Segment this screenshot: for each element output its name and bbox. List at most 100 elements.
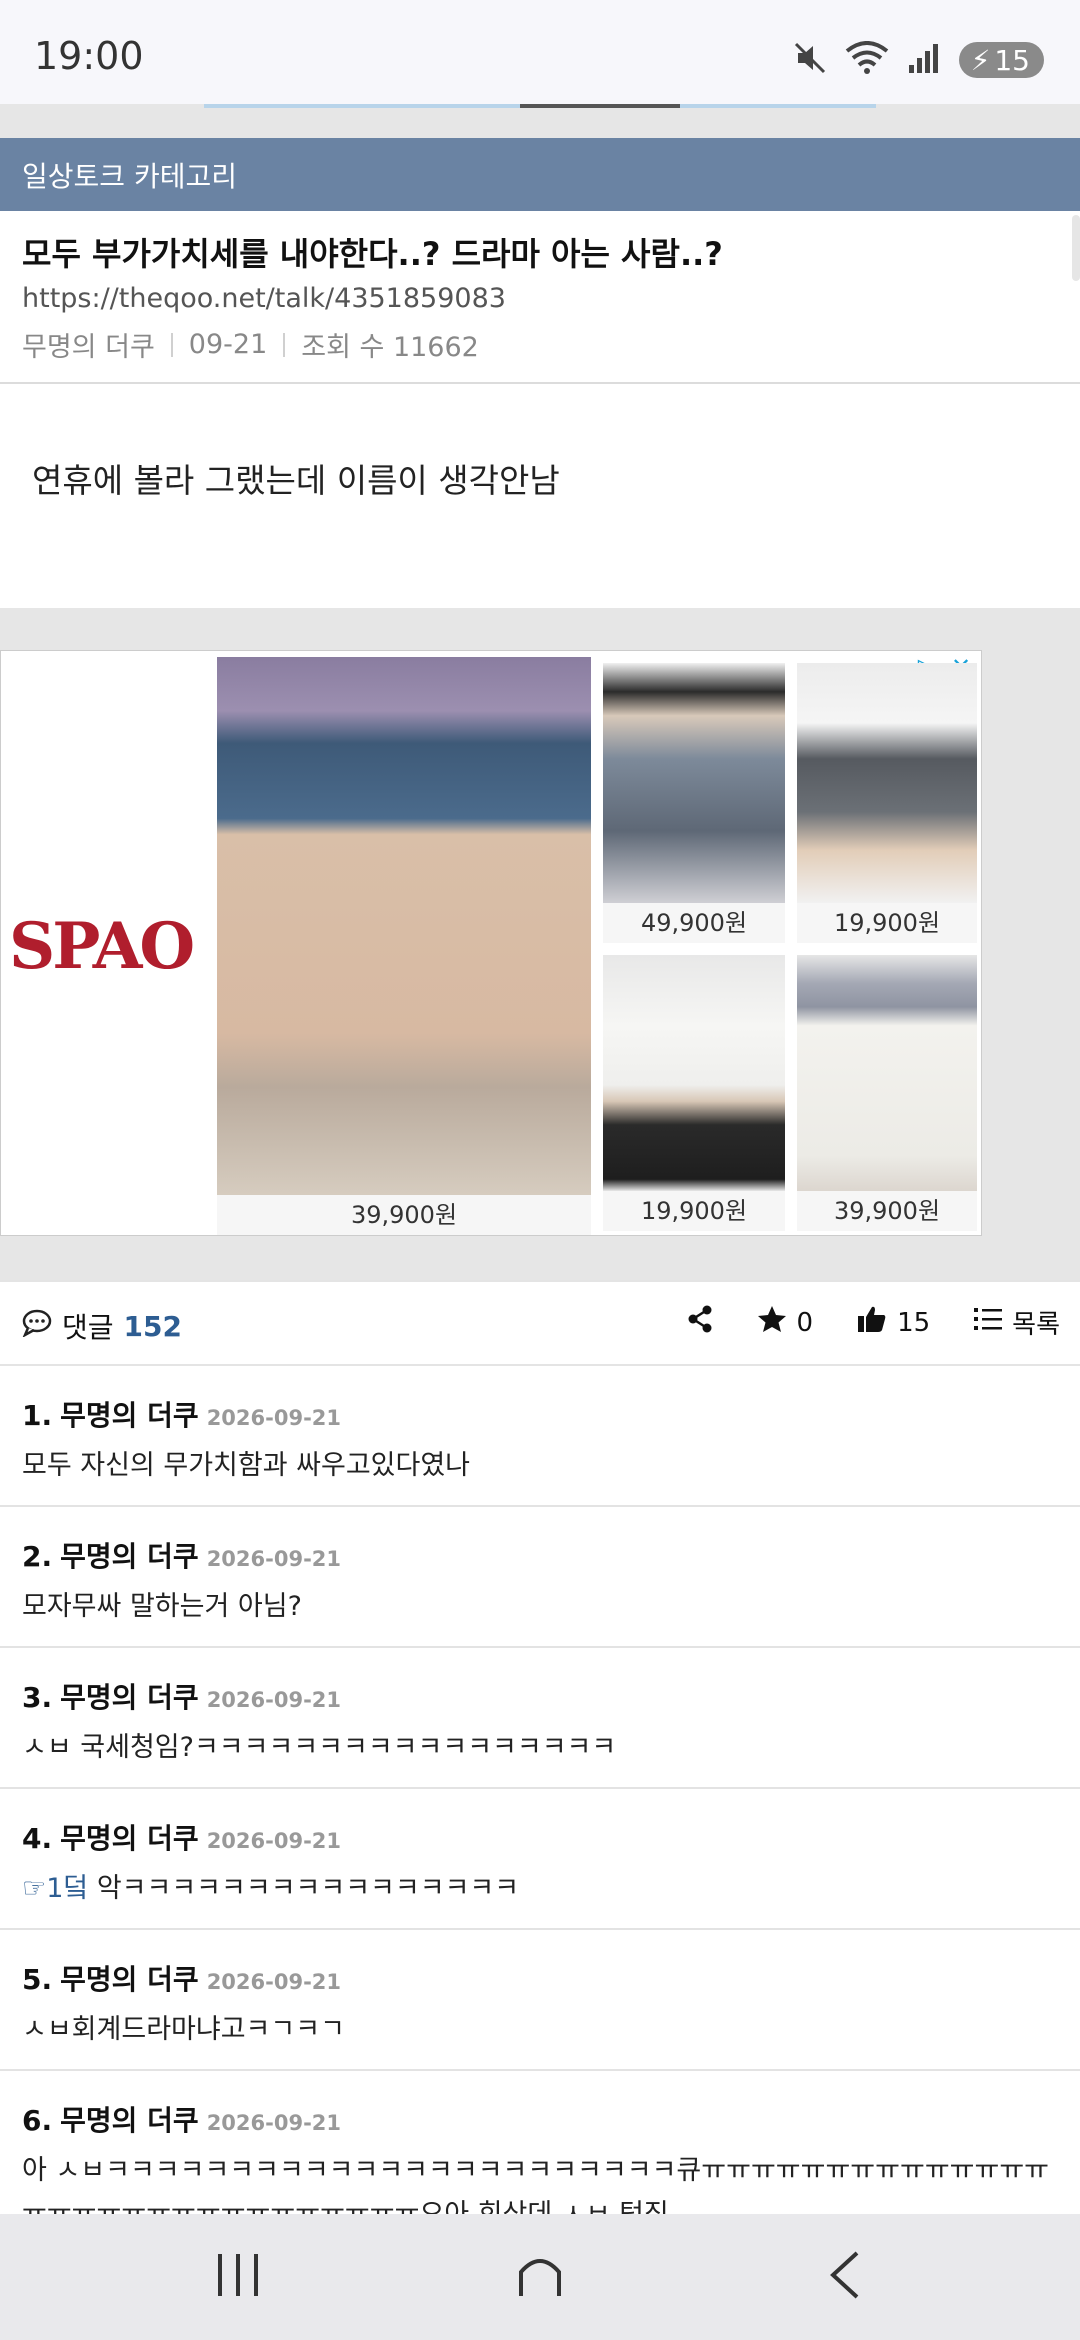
comment-date: 2026-09-21 (206, 1970, 342, 1994)
article-title: 모두 부가가치세를 내야한다..? 드라마 아는 사람..? (22, 235, 723, 273)
divider (170, 332, 173, 357)
ad-product-2[interactable]: 49,900원 (603, 663, 785, 943)
comment-list: 1. 무명의 더쿠 2026-09-21 모두 자신의 무가치함과 싸우고있다였… (0, 1366, 1080, 2231)
ad-product-3[interactable]: 19,900원 (797, 663, 977, 943)
recents-button[interactable] (198, 2244, 278, 2310)
star-button[interactable]: 0 (757, 1305, 814, 1340)
product-photo (797, 663, 977, 903)
ad-product-4[interactable]: 19,900원 (603, 955, 785, 1231)
comment-item[interactable]: 2. 무명의 더쿠 2026-09-21 모자무싸 말하는거 아님? (0, 1507, 1080, 1648)
comment-number: 6. (22, 2104, 53, 2137)
home-icon (517, 2252, 563, 2302)
comment-text: ㅅㅂ 국세청임?ㅋㅋㅋㅋㅋㅋㅋㅋㅋㅋㅋㅋㅋㅋㅋㅋㅋ (22, 1732, 617, 1763)
comment-header: 6. 무명의 더쿠 2026-09-21 (22, 2099, 341, 2139)
comment-text-body: 악ㅋㅋㅋㅋㅋㅋㅋㅋㅋㅋㅋㅋㅋㅋㅋㅋ (88, 1873, 520, 1904)
comment-author: 무명의 더쿠 (60, 2104, 199, 2137)
ad-product-1[interactable]: 39,900원 (217, 657, 591, 1235)
list-label: 목록 (1012, 1310, 1060, 1340)
status-bar: 19:00 ⚡ 15 (0, 0, 1080, 104)
article-header: 모두 부가가치세를 내야한다..? 드라마 아는 사람..? https://t… (0, 211, 1080, 384)
article-date: 09-21 (188, 329, 268, 360)
comment-author: 무명의 더쿠 (60, 1540, 199, 1573)
comment-reply-link[interactable]: ☞1덬 (22, 1873, 88, 1904)
category-label: 일상토크 카테고리 (22, 159, 237, 193)
product-photo (217, 657, 591, 1195)
star-icon (757, 1305, 787, 1340)
comment-text: 모두 자신의 무가치함과 싸우고있다였나 (22, 1450, 471, 1481)
thumbs-up-icon (857, 1305, 887, 1340)
list-icon (974, 1307, 1003, 1338)
article-meta: 무명의 더쿠 09-21 조회 수 11662 (22, 325, 479, 364)
scroll-indicator (1072, 215, 1080, 281)
comment-header: 4. 무명의 더쿠 2026-09-21 (22, 1817, 341, 1857)
charging-icon: ⚡ (970, 43, 991, 77)
wifi-icon (845, 41, 889, 79)
comment-text: ☞1덬 악ㅋㅋㅋㅋㅋㅋㅋㅋㅋㅋㅋㅋㅋㅋㅋㅋ (22, 1867, 1058, 1911)
product-price: 49,900원 (603, 903, 785, 943)
home-button[interactable] (500, 2244, 580, 2310)
comment-author: 무명의 더쿠 (60, 1681, 199, 1714)
article-author: 무명의 더쿠 (22, 332, 155, 363)
mute-icon (793, 41, 827, 79)
comment-number: 2. (22, 1540, 53, 1573)
comment-number: 3. (22, 1681, 53, 1714)
product-photo (797, 955, 977, 1191)
product-price: 19,900원 (797, 903, 977, 943)
comments-summary[interactable]: 댓글 152 (22, 1306, 182, 1346)
product-price: 39,900원 (797, 1191, 977, 1231)
recents-icon (216, 2252, 260, 2302)
status-time: 19:00 (34, 34, 144, 78)
ad-product-5[interactable]: 39,900원 (797, 955, 977, 1231)
spao-ad[interactable]: SPAO ▷ ✕ 39,900원 49,900원 19,900원 19,900원… (0, 650, 982, 1236)
comment-number: 4. (22, 1822, 53, 1855)
comments-count: 152 (123, 1309, 182, 1343)
comments-label: 댓글 (62, 1311, 114, 1344)
comment-header: 1. 무명의 더쿠 2026-09-21 (22, 1394, 341, 1434)
comment-author: 무명의 더쿠 (60, 1399, 199, 1432)
comment-date: 2026-09-21 (206, 1688, 342, 1712)
comment-date: 2026-09-21 (206, 2111, 342, 2135)
comment-text: 모자무싸 말하는거 아님? (22, 1591, 302, 1622)
comment-toolbar: 댓글 152 0 15 목록 (0, 1280, 1080, 1366)
comment-header: 5. 무명의 더쿠 2026-09-21 (22, 1958, 341, 1998)
comment-item[interactable]: 3. 무명의 더쿠 2026-09-21 ㅅㅂ 국세청임?ㅋㅋㅋㅋㅋㅋㅋㅋㅋㅋㅋ… (0, 1648, 1080, 1789)
article-views: 조회 수 11662 (301, 332, 479, 363)
comment-text: ㅅㅂ회계드라마냐고ㅋㄱㅋㄱ (22, 2014, 345, 2045)
comment-date: 2026-09-21 (206, 1406, 342, 1430)
battery-level: 15 (994, 43, 1030, 77)
list-button[interactable]: 목록 (974, 1304, 1060, 1341)
comment-date: 2026-09-21 (206, 1547, 342, 1571)
share-icon (687, 1305, 713, 1340)
comment-bubble-icon (22, 1309, 52, 1344)
battery-indicator: ⚡ 15 (958, 42, 1044, 78)
product-price: 39,900원 (217, 1195, 591, 1235)
category-bar[interactable]: 일상토크 카테고리 (0, 138, 1080, 211)
signal-icon (907, 41, 941, 79)
star-count: 0 (796, 1307, 814, 1338)
like-button[interactable]: 15 (857, 1305, 930, 1340)
product-photo (603, 955, 785, 1191)
comment-number: 1. (22, 1399, 53, 1432)
comment-header: 3. 무명의 더쿠 2026-09-21 (22, 1676, 341, 1716)
comment-header: 2. 무명의 더쿠 2026-09-21 (22, 1535, 341, 1575)
comment-item[interactable]: 4. 무명의 더쿠 2026-09-21 ☞1덬 악ㅋㅋㅋㅋㅋㅋㅋㅋㅋㅋㅋㅋㅋㅋ… (0, 1789, 1080, 1930)
comment-author: 무명의 더쿠 (60, 1963, 199, 1996)
status-icons: ⚡ 15 (793, 40, 1044, 80)
article-body: 연휴에 볼라 그랬는데 이름이 생각안남 (0, 384, 1080, 608)
top-ad-sliver (0, 104, 1080, 138)
divider (283, 332, 286, 357)
article-url[interactable]: https://theqoo.net/talk/4351859083 (22, 283, 506, 314)
spao-logo[interactable]: SPAO (9, 909, 195, 984)
comment-item[interactable]: 1. 무명의 더쿠 2026-09-21 모두 자신의 무가치함과 싸우고있다였… (0, 1366, 1080, 1507)
share-button[interactable] (687, 1305, 713, 1340)
comment-item[interactable]: 5. 무명의 더쿠 2026-09-21 ㅅㅂ회계드라마냐고ㅋㄱㅋㄱ (0, 1930, 1080, 2071)
comment-date: 2026-09-21 (206, 1829, 342, 1853)
article-body-text: 연휴에 볼라 그랬는데 이름이 생각안남 (32, 461, 560, 500)
comment-item[interactable]: 6. 무명의 더쿠 2026-09-21 아 ㅅㅂㅋㅋㅋㅋㅋㅋㅋㅋㅋㅋㅋㅋㅋㅋㅋ… (0, 2071, 1080, 2231)
back-button[interactable] (804, 2244, 884, 2310)
comment-number: 5. (22, 1963, 53, 1996)
article-actions: 0 15 목록 (643, 1304, 1060, 1341)
comment-author: 무명의 더쿠 (60, 1822, 199, 1855)
system-nav-bar (0, 2214, 1080, 2340)
like-count: 15 (897, 1307, 931, 1338)
